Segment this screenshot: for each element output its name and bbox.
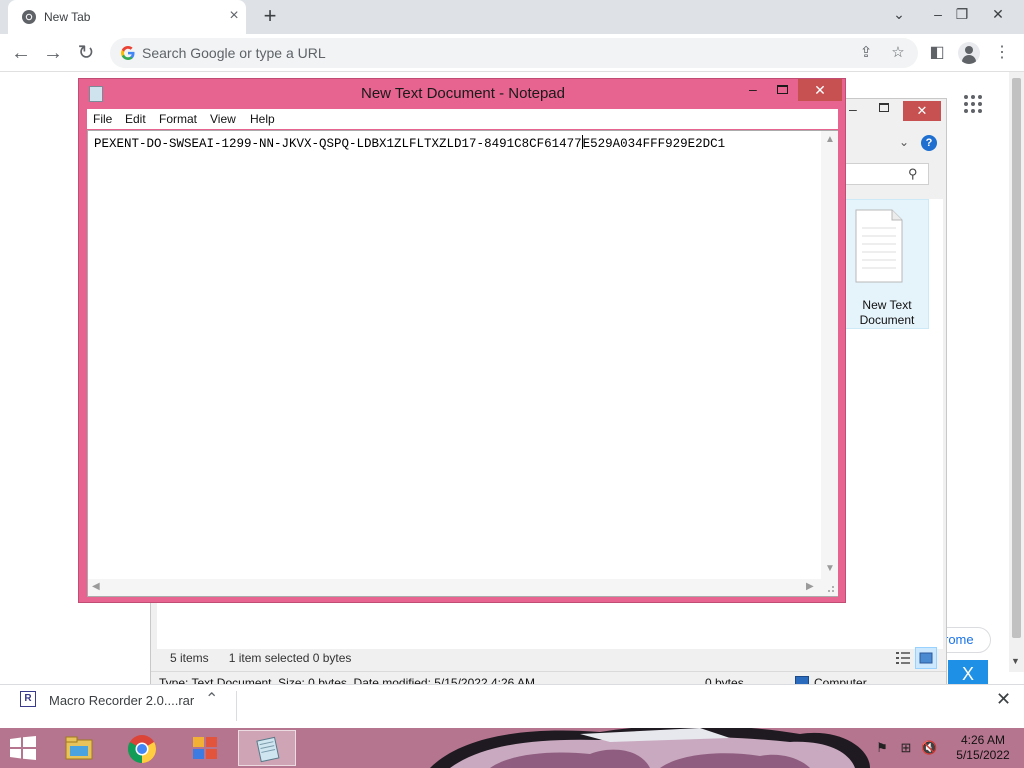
omnibox-placeholder: Search Google or type a URL [142,45,326,61]
taskbar-notepad[interactable] [238,730,296,766]
download-divider [236,691,237,721]
chrome-tabstrip: New Tab × + ⌄ – ❐ ✕ [0,0,1024,34]
explorer-close-button[interactable]: ✕ [903,101,941,121]
notepad-minimize-button[interactable]: – [749,81,757,97]
restore-button[interactable]: ❐ [949,2,975,26]
notepad-window: New Text Document - Notepad – ✕ File Edi… [78,78,846,603]
notepad-close-button[interactable]: ✕ [798,79,842,101]
ribbon-expand-chevron-icon[interactable]: ⌄ [899,135,909,149]
close-window-button[interactable]: ✕ [985,2,1011,26]
folder-icon [65,736,93,760]
chrome-icon [128,735,156,763]
page-scrollbar[interactable]: ▼ [1009,72,1024,672]
scroll-down-arrow-icon[interactable]: ▼ [825,563,835,574]
notepad-menubar: File Edit Format View Help [87,109,838,129]
resize-grip-icon[interactable] [821,579,838,596]
taskbar-file-explorer[interactable] [50,730,108,766]
control-panel-icon [193,737,217,759]
notepad-text-area[interactable]: PEXENT-DO-SWSEAI-1299-NN-JKVX-QSPQ-LDBX1… [87,130,838,597]
new-tab-button[interactable]: + [258,5,282,29]
tab-new-tab[interactable]: New Tab × [8,0,246,34]
share-icon[interactable]: ⇪ [856,43,876,63]
tab-title: New Tab [44,10,91,24]
notepad-vertical-scrollbar[interactable]: ▲ ▼ [821,131,838,579]
menu-file[interactable]: File [93,112,112,126]
rar-archive-icon: R [20,691,36,707]
scroll-right-arrow-icon[interactable]: ▶ [806,581,814,592]
menu-format[interactable]: Format [159,112,197,126]
large-icons-view-icon[interactable] [915,647,937,669]
download-shelf: R Macro Recorder 2.0....rar ⌃ ✕ [0,684,1024,728]
profile-avatar[interactable] [958,42,980,64]
windows-start-icon[interactable] [8,736,38,760]
notepad-title: New Text Document - Notepad [361,85,565,102]
tab-close-icon[interactable]: × [226,8,242,24]
taskbar: ⚑ ⊞ 🔇 4:26 AM 5/15/2022 [0,728,1024,768]
clock-time: 4:26 AM [960,733,1006,747]
volume-muted-icon[interactable]: 🔇 [921,740,937,756]
scroll-up-arrow-icon[interactable]: ▲ [825,134,835,145]
notepad-horizontal-scrollbar[interactable]: ◀ ▶ [88,579,821,596]
back-icon[interactable]: ← [9,41,33,65]
menu-edit[interactable]: Edit [125,112,146,126]
scroll-left-arrow-icon[interactable]: ◀ [92,581,100,592]
action-center-flag-icon[interactable]: ⚑ [874,740,890,756]
scroll-down-arrow-icon[interactable]: ▼ [1011,656,1020,666]
clock-date: 5/15/2022 [956,748,1010,762]
download-options-chevron-icon[interactable]: ⌃ [205,689,218,709]
download-shelf-close-icon[interactable]: ✕ [996,689,1011,710]
explorer-search-input[interactable]: ⚲ [841,163,929,185]
file-name-label: New Text Document [859,298,915,327]
menu-help[interactable]: Help [250,112,275,126]
side-panel-icon[interactable]: ◧ [925,41,949,65]
download-file-name[interactable]: Macro Recorder 2.0....rar [49,693,194,708]
taskbar-control-panel[interactable] [176,730,234,766]
minimize-button[interactable]: – [925,2,951,26]
taskbar-chrome[interactable] [113,730,171,766]
google-apps-icon[interactable] [964,95,982,113]
help-icon[interactable]: ? [921,135,937,151]
status-item-count: 5 items 1 item selected 0 bytes [170,651,352,665]
chrome-favicon-icon [22,10,36,24]
omnibox[interactable]: Search Google or type a URL ⇪ ☆ [110,38,918,68]
explorer-minimize-button[interactable]: – [849,101,857,117]
google-icon [121,46,135,60]
tab-search-icon[interactable]: ⌄ [886,2,912,26]
chrome-toolbar: ← → ↻ Search Google or type a URL ⇪ ☆ ◧ … [0,34,1024,72]
details-view-icon[interactable] [895,651,911,665]
network-icon[interactable]: ⊞ [898,740,914,756]
text-file-icon [855,209,903,283]
notepad-taskbar-icon [256,736,280,763]
bookmark-star-icon[interactable]: ☆ [888,43,908,63]
search-icon: ⚲ [908,166,918,181]
file-item-new-text-document[interactable]: New Text Document [843,199,929,329]
notepad-content: PEXENT-DO-SWSEAI-1299-NN-JKVX-QSPQ-LDBX1… [94,135,726,151]
explorer-maximize-button[interactable] [879,103,889,112]
menu-view[interactable]: View [210,112,236,126]
system-clock[interactable]: 4:26 AM 5/15/2022 [948,733,1018,763]
forward-icon[interactable]: → [41,41,65,65]
page-scroll-thumb[interactable] [1012,78,1021,638]
chrome-menu-icon[interactable]: ⋮ [990,41,1014,65]
notepad-maximize-button[interactable] [777,85,788,94]
reload-icon[interactable]: ↻ [74,41,98,65]
